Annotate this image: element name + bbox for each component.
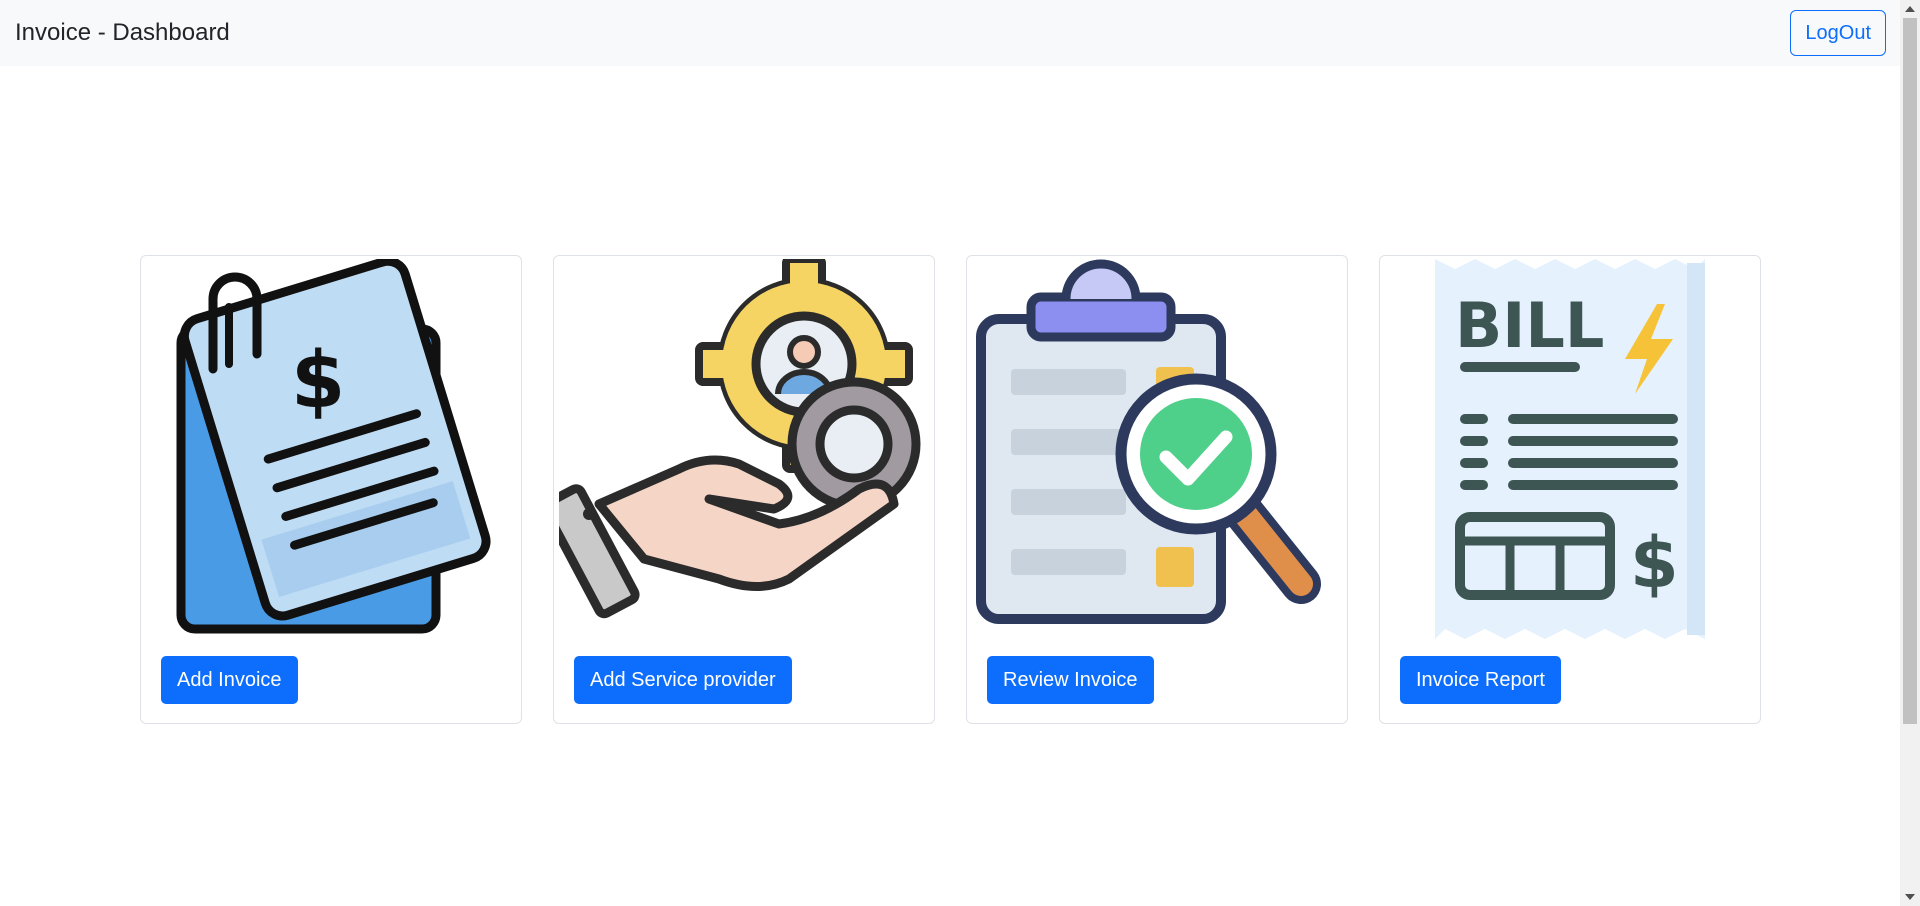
svg-text:$: $ xyxy=(1630,522,1679,604)
page-title: Invoice - Dashboard xyxy=(15,19,230,46)
top-navbar: Invoice - Dashboard LogOut xyxy=(0,0,1900,66)
vertical-scrollbar[interactable] xyxy=(1900,0,1920,906)
add-service-provider-button[interactable]: Add Service provider xyxy=(574,656,792,704)
invoice-report-button[interactable]: Invoice Report xyxy=(1400,656,1561,704)
scroll-down-arrow-icon[interactable] xyxy=(1905,894,1915,900)
card-review-invoice: Review Invoice xyxy=(966,255,1348,724)
add-invoice-button[interactable]: Add Invoice xyxy=(161,656,298,704)
invoice-document-dollar-icon: $ xyxy=(145,258,517,640)
card-add-service-provider: Add Service provider xyxy=(553,255,935,724)
scroll-up-arrow-icon[interactable] xyxy=(1905,6,1915,12)
svg-text:$: $ xyxy=(291,336,345,426)
clipboard-magnifier-check-icon xyxy=(971,258,1343,640)
logout-button[interactable]: LogOut xyxy=(1790,10,1886,56)
hand-gears-service-provider-icon xyxy=(558,258,930,640)
card-invoice-report: BILL $ Invoice Report xyxy=(1379,255,1761,724)
dashboard-cards: $ Add Invoice Add Service provider Revie… xyxy=(140,255,1762,724)
bill-heading-text: BILL xyxy=(1455,289,1604,362)
bill-receipt-icon: BILL $ xyxy=(1384,258,1756,640)
scrollbar-thumb[interactable] xyxy=(1903,18,1917,724)
review-invoice-button[interactable]: Review Invoice xyxy=(987,656,1154,704)
card-add-invoice: $ Add Invoice xyxy=(140,255,522,724)
